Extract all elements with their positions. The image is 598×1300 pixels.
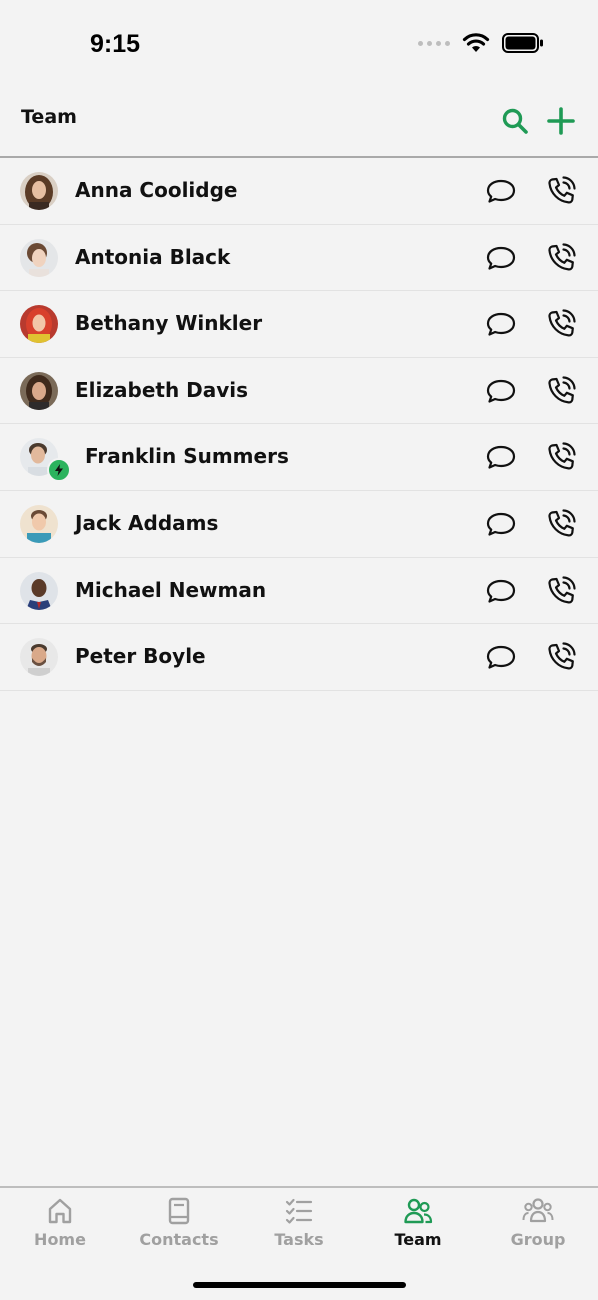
chat-bubble-icon[interactable] bbox=[485, 375, 517, 407]
member-row[interactable]: Anna Coolidge bbox=[0, 158, 598, 225]
chat-bubble-icon[interactable] bbox=[485, 175, 517, 207]
status-bar: 9:15 bbox=[0, 0, 598, 90]
member-name: Bethany Winkler bbox=[75, 311, 263, 336]
tab-group[interactable]: Group bbox=[478, 1196, 598, 1256]
tab-contacts[interactable]: Contacts bbox=[119, 1196, 239, 1256]
avatar bbox=[20, 504, 60, 545]
phone-call-icon[interactable] bbox=[545, 441, 577, 473]
search-button[interactable] bbox=[498, 104, 532, 138]
member-name: Elizabeth Davis bbox=[75, 377, 249, 402]
tab-label: Home bbox=[34, 1230, 86, 1249]
tasks-checklist-icon bbox=[285, 1198, 313, 1224]
chat-bubble-icon[interactable] bbox=[485, 575, 517, 607]
chat-bubble-icon[interactable] bbox=[485, 641, 517, 673]
member-name: Anna Coolidge bbox=[75, 178, 238, 202]
member-row[interactable]: Antonia Black bbox=[0, 225, 598, 292]
wifi-icon bbox=[462, 33, 490, 52]
tab-team[interactable]: Team bbox=[358, 1196, 478, 1256]
phone-call-icon[interactable] bbox=[545, 242, 577, 274]
tab-label: Tasks bbox=[274, 1230, 324, 1249]
member-row[interactable]: Jack Addams bbox=[0, 491, 598, 558]
cellular-signal-icon bbox=[418, 40, 450, 46]
member-name: Antonia Black bbox=[75, 244, 231, 269]
member-row[interactable]: Peter Boyle bbox=[0, 624, 598, 691]
chat-bubble-icon[interactable] bbox=[485, 441, 517, 473]
team-people-icon bbox=[404, 1198, 433, 1224]
member-name: Jack Addams bbox=[75, 510, 219, 535]
avatar bbox=[20, 571, 60, 612]
avatar bbox=[20, 172, 60, 212]
avatar bbox=[20, 305, 60, 345]
member-row[interactable]: Franklin Summers bbox=[0, 424, 598, 491]
tab-tasks[interactable]: Tasks bbox=[239, 1196, 359, 1256]
member-name: Franklin Summers bbox=[85, 444, 289, 469]
member-name: Peter Boyle bbox=[75, 644, 206, 669]
avatar-antonia bbox=[20, 238, 58, 277]
contacts-book-icon bbox=[168, 1197, 190, 1225]
avatar-bethany bbox=[20, 305, 58, 344]
tab-home[interactable]: Home bbox=[0, 1196, 120, 1256]
avatar bbox=[20, 371, 60, 412]
avatar-peter bbox=[20, 638, 58, 677]
home-indicator[interactable] bbox=[193, 1282, 406, 1288]
tab-label: Team bbox=[394, 1230, 442, 1249]
avatar bbox=[20, 438, 71, 483]
team-list: Anna Coolidge Antonia Black Bethany Wink… bbox=[0, 158, 598, 691]
avatar bbox=[20, 238, 60, 279]
phone-call-icon[interactable] bbox=[545, 508, 577, 540]
app-header: Team bbox=[0, 90, 598, 158]
chat-bubble-icon[interactable] bbox=[485, 508, 517, 540]
avatar bbox=[20, 638, 60, 678]
avatar-elizabeth bbox=[20, 371, 58, 410]
phone-call-icon[interactable] bbox=[545, 308, 577, 340]
team-screen: 9:15 Team Anna Coolidge Antonia Black Be… bbox=[0, 0, 598, 1300]
tab-label: Contacts bbox=[139, 1230, 219, 1249]
member-row[interactable]: Michael Newman bbox=[0, 558, 598, 625]
plus-icon bbox=[547, 107, 575, 135]
phone-call-icon[interactable] bbox=[545, 375, 577, 407]
member-name: Michael Newman bbox=[75, 577, 267, 602]
phone-call-icon[interactable] bbox=[545, 175, 577, 207]
status-time: 9:15 bbox=[90, 30, 141, 58]
chat-bubble-icon[interactable] bbox=[485, 308, 517, 340]
chat-bubble-icon[interactable] bbox=[485, 242, 517, 274]
lightning-badge-icon bbox=[47, 458, 71, 483]
avatar-jack bbox=[20, 504, 58, 543]
add-member-button[interactable] bbox=[544, 104, 578, 138]
home-icon bbox=[48, 1198, 72, 1224]
member-row[interactable]: Bethany Winkler bbox=[0, 291, 598, 358]
phone-call-icon[interactable] bbox=[545, 575, 577, 607]
avatar-michael bbox=[20, 571, 58, 610]
tab-label: Group bbox=[510, 1230, 566, 1249]
status-icons bbox=[418, 32, 544, 54]
battery-icon bbox=[502, 33, 543, 53]
search-icon bbox=[502, 108, 528, 134]
phone-call-icon[interactable] bbox=[545, 641, 577, 673]
avatar-anna bbox=[20, 172, 58, 210]
group-icon bbox=[522, 1198, 554, 1223]
page-title: Team bbox=[21, 106, 77, 128]
member-row[interactable]: Elizabeth Davis bbox=[0, 358, 598, 425]
